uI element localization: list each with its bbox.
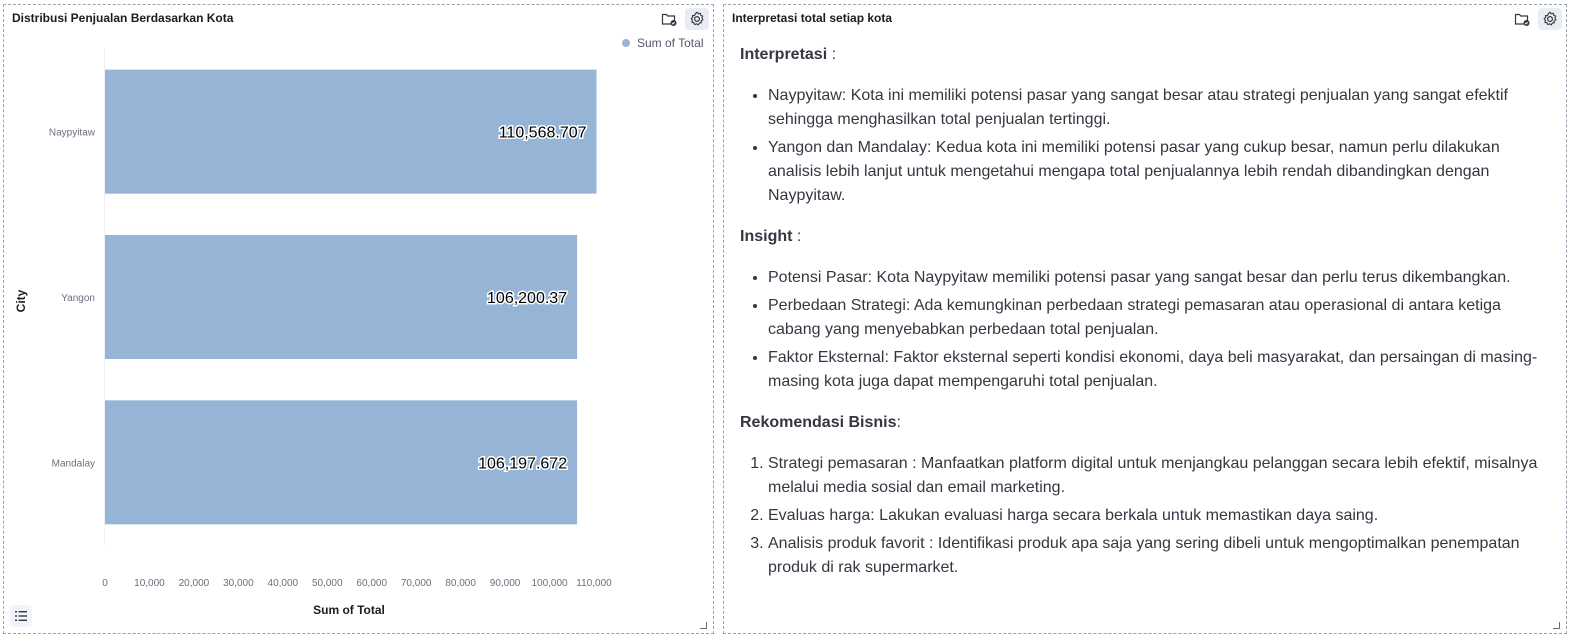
bar-value-label: 110,568.707 <box>499 125 587 142</box>
interpretasi-list: Naypyitaw: Kota ini memiliki potensi pas… <box>740 84 1552 208</box>
list-item: Strategi pemasaran : Manfaatkan platform… <box>768 452 1552 500</box>
y-tick-label: Yangon <box>61 293 95 304</box>
resize-handle[interactable] <box>1553 622 1560 629</box>
x-tick-label: 10,000 <box>134 578 165 589</box>
gear-icon[interactable] <box>1538 8 1562 30</box>
x-tick-label: 30,000 <box>223 578 254 589</box>
legend-dot <box>622 39 630 47</box>
heading-rekomendasi: Rekomendasi Bisnis: <box>740 414 901 431</box>
x-tick-label: 20,000 <box>179 578 210 589</box>
list-icon[interactable] <box>10 605 32 627</box>
list-item: Yangon dan Mandalay: Kedua kota ini memi… <box>768 136 1552 208</box>
legend[interactable]: Sum of Total <box>622 36 703 50</box>
x-tick-label: 60,000 <box>356 578 387 589</box>
bar-value-label: 106,197.672 <box>478 455 567 472</box>
list-item: Evaluas harga: Lakukan evaluasi harga se… <box>768 504 1552 528</box>
chart-panel: Distribusi Penjualan Berdasarkan Kota 11… <box>3 4 714 634</box>
folder-check-icon[interactable] <box>1510 8 1534 30</box>
x-tick-label: 0 <box>102 578 108 589</box>
list-item: Potensi Pasar: Kota Naypyitaw memiliki p… <box>768 266 1552 290</box>
markdown-content: Interpretasi : Naypyitaw: Kota ini memil… <box>740 43 1552 597</box>
x-tick-label: 50,000 <box>312 578 343 589</box>
x-tick-label: 70,000 <box>401 578 432 589</box>
legend-label: Sum of Total <box>637 36 703 50</box>
rekomendasi-list: Strategi pemasaran : Manfaatkan platform… <box>740 452 1552 580</box>
heading-insight: Insight : <box>740 228 802 245</box>
list-item: Naypyitaw: Kota ini memiliki potensi pas… <box>768 84 1552 132</box>
x-tick-label: 40,000 <box>268 578 299 589</box>
list-item: Perbedaan Strategi: Ada kemungkinan perb… <box>768 294 1552 342</box>
interpretation-panel: Interpretasi total setiap kota Interpret… <box>723 4 1567 634</box>
resize-handle[interactable] <box>700 622 707 629</box>
interpretation-panel-title: Interpretasi total setiap kota <box>732 11 893 25</box>
x-tick-label: 80,000 <box>445 578 476 589</box>
x-tick-label: 110,000 <box>576 578 612 589</box>
y-tick-label: Mandalay <box>52 458 95 469</box>
x-tick-label: 100,000 <box>531 578 568 589</box>
y-tick-label: Naypyitaw <box>49 128 96 139</box>
x-axis-title: Sum of Total <box>313 603 385 617</box>
insight-list: Potensi Pasar: Kota Naypyitaw memiliki p… <box>740 266 1552 394</box>
x-tick-label: 90,000 <box>490 578 521 589</box>
bar-chart: 110,568.707 Naypyitaw 106,200.37 Yangon 106,… <box>14 36 703 617</box>
list-item: Analisis produk favorit : Identifikasi p… <box>768 532 1552 580</box>
heading-interpretasi: Interpretasi : <box>740 46 837 63</box>
bar-value-label: 106,200.37 <box>487 290 567 307</box>
list-item: Faktor Eksternal: Faktor eksternal seper… <box>768 346 1552 394</box>
y-axis-title: City <box>14 289 28 312</box>
